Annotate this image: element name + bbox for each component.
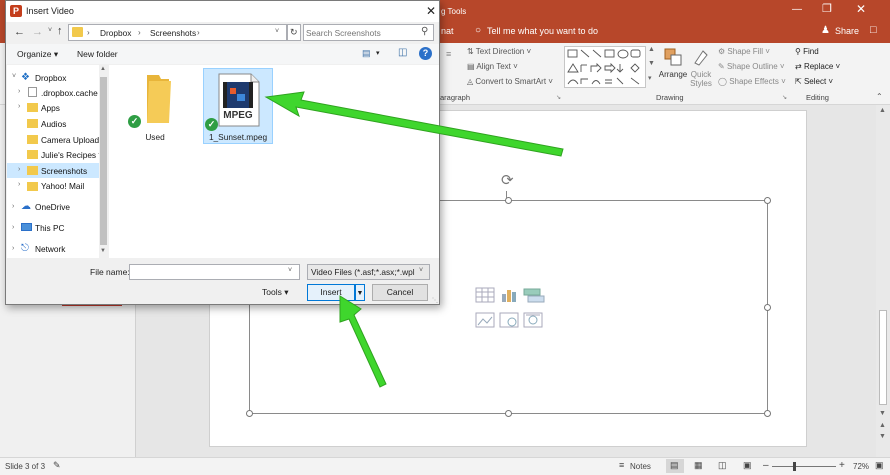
annotation-arrows <box>264 91 564 388</box>
arrow-to-video-file <box>264 91 564 157</box>
arrow-to-insert-button <box>339 295 387 388</box>
